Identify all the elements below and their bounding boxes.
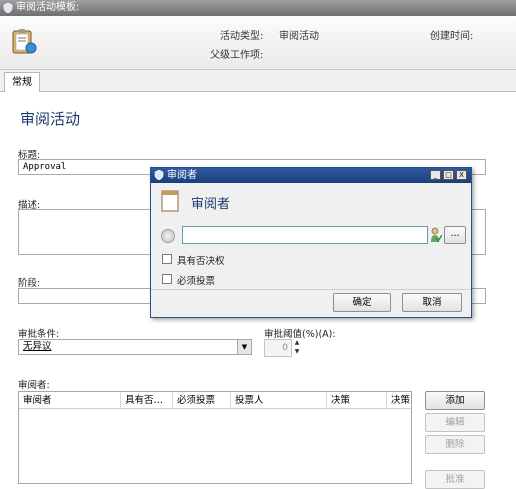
minimize-button[interactable]: _ — [430, 170, 441, 180]
veto-checkbox[interactable] — [162, 254, 172, 264]
tab-strip — [0, 70, 516, 92]
approval-condition-label: 审批条件: — [18, 329, 60, 340]
window-title-bar[interactable]: 审阅活动模板: — [0, 0, 516, 16]
chevron-down-icon[interactable]: ▼ — [237, 340, 251, 354]
dialog-heading: 审阅者 — [191, 197, 231, 212]
column-header-must-vote[interactable]: 必须投票 — [173, 392, 231, 409]
approval-threshold-input[interactable]: 0 — [264, 339, 292, 357]
delete-button[interactable]: 删除 — [425, 435, 485, 454]
dialog-divider — [151, 289, 471, 290]
section-title: 审阅活动 — [20, 110, 81, 128]
approve-button[interactable]: 批准 — [425, 470, 485, 489]
spin-down-icon[interactable]: ▼ — [292, 348, 302, 356]
tab-general[interactable]: 常规 — [4, 72, 40, 92]
browse-button[interactable]: ... — [444, 226, 466, 244]
parent-item-label: 父级工作项: — [210, 50, 264, 61]
stage-label: 阶段: — [18, 278, 41, 289]
reviewer-name-input[interactable] — [182, 226, 428, 244]
veto-label: 具有否决权 — [177, 256, 225, 267]
dialog-title-bar[interactable]: 审阅者 — [151, 168, 471, 183]
column-header-reviewer[interactable]: 审阅者 — [19, 392, 121, 409]
shield-icon — [154, 170, 164, 180]
maximize-button[interactable]: □ — [443, 170, 454, 180]
clipboard-approval-icon — [12, 29, 37, 54]
column-header-decision[interactable]: 决策 — [327, 392, 387, 409]
approval-condition-select[interactable]: 无异议 ▼ — [18, 339, 252, 355]
approval-condition-value: 无异议 — [23, 341, 52, 352]
dialog-title: 审阅者 — [167, 170, 197, 181]
approval-threshold-label: 审批阈值(%)(A): — [264, 329, 336, 340]
edit-button[interactable]: 编辑 — [425, 413, 485, 432]
check-name-icon[interactable] — [430, 227, 442, 243]
cancel-button[interactable]: 取消 — [402, 293, 462, 312]
window-title: 审阅活动模板: — [16, 2, 80, 13]
spin-up-icon[interactable]: ▲ — [292, 339, 302, 347]
column-header-veto[interactable]: 具有否… — [121, 392, 173, 409]
form-header — [0, 16, 516, 70]
reviewers-label: 审阅者: — [18, 380, 50, 391]
ok-button[interactable]: 确定 — [333, 293, 391, 312]
column-header-voter[interactable]: 投票人 — [231, 392, 327, 409]
reviewers-table-header: 审阅者 具有否… 必须投票 投票人 决策 决策 — [19, 392, 411, 409]
document-icon — [161, 190, 179, 212]
reviewer-dialog[interactable]: 审阅者 _ □ X 审阅者 ... 具有否决权 必须投票 确定 取消 — [150, 167, 472, 318]
close-button[interactable]: X — [456, 170, 467, 180]
shield-icon — [3, 3, 13, 13]
activity-type-label: 活动类型: — [220, 31, 264, 42]
must-vote-checkbox[interactable] — [162, 274, 172, 284]
must-vote-label: 必须投票 — [177, 276, 216, 287]
add-button[interactable]: 添加 — [425, 391, 485, 410]
reviewers-table[interactable]: 审阅者 具有否… 必须投票 投票人 决策 决策 — [18, 391, 412, 484]
column-header-decision-2[interactable]: 决策 — [387, 392, 411, 409]
status-circle-icon — [161, 229, 175, 243]
activity-type-value: 审阅活动 — [279, 31, 319, 42]
created-time-label: 创建时间: — [430, 31, 474, 42]
